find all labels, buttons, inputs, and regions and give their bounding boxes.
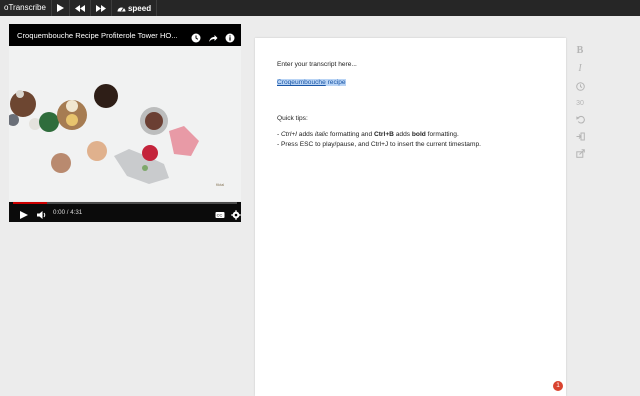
volume-icon[interactable]	[37, 207, 47, 219]
app-title: oTranscribe	[4, 3, 46, 12]
tip-text: formatting and	[328, 131, 374, 138]
video-time: 0:00 / 4:31	[53, 209, 83, 216]
editor-placeholder: Enter your transcript here...	[277, 61, 357, 68]
play-icon[interactable]	[20, 207, 30, 219]
undo-arrow-icon	[575, 115, 585, 124]
speedometer-icon	[117, 7, 126, 11]
highlighted-text: recipe	[325, 79, 346, 86]
svg-text:fiktal: fiktal	[216, 182, 224, 187]
tips-heading: Quick tips:	[277, 115, 308, 122]
fast-forward-button[interactable]	[91, 0, 111, 16]
share-icon[interactable]	[208, 30, 218, 42]
tip-italic-word: italic	[314, 131, 329, 138]
captions-icon[interactable]: CC	[215, 207, 225, 218]
rewind-icon	[74, 4, 85, 12]
rewind-30-button[interactable]	[573, 115, 587, 126]
transcript-editor[interactable]: Enter your transcript here... Croqeumbou…	[255, 38, 566, 396]
bold-button[interactable]: B	[573, 45, 587, 56]
highlighted-word[interactable]: Croqeumbouche	[277, 79, 326, 86]
transcript-line[interactable]: Croqeumbouche recipe	[277, 79, 346, 86]
timestamp-button[interactable]	[573, 82, 587, 93]
fast-forward-icon	[95, 4, 106, 12]
export-button[interactable]	[573, 149, 587, 160]
clock-icon	[575, 82, 585, 91]
progress-bar[interactable]	[13, 202, 237, 204]
svg-text:CC: CC	[217, 213, 223, 218]
top-toolbar: oTranscribe speed	[0, 0, 640, 16]
speed-button[interactable]: speed	[112, 0, 156, 16]
video-header-icons	[191, 30, 235, 43]
italic-button[interactable]: I	[573, 63, 587, 74]
notification-badge[interactable]: 1	[553, 381, 563, 391]
import-icon	[576, 132, 585, 141]
tip-text: adds	[296, 131, 315, 138]
watch-later-icon[interactable]	[191, 30, 201, 43]
tip-shortcut-bold: Ctrl+B	[373, 131, 394, 138]
settings-gear-icon[interactable]	[231, 207, 241, 220]
import-button[interactable]	[573, 132, 587, 143]
tip-text: adds	[393, 131, 412, 138]
rewind-button[interactable]	[70, 0, 90, 16]
tip-playback: - Press ESC to play/pause, and Ctrl+J to…	[277, 141, 481, 148]
video-title[interactable]: Croquembouche Recipe Profiterole Tower H…	[17, 31, 187, 40]
play-icon	[56, 4, 64, 12]
share-export-icon	[575, 149, 585, 158]
progress-fill	[13, 202, 47, 204]
speed-label: speed	[127, 3, 152, 13]
divider	[156, 0, 158, 16]
skip-seconds-label: 30	[576, 100, 584, 107]
video-controls: 0:00 / 4:31 CC	[9, 202, 241, 222]
info-icon[interactable]	[225, 30, 235, 43]
video-frame[interactable]: fiktal	[9, 46, 241, 201]
play-button[interactable]	[52, 0, 69, 16]
video-player[interactable]: Croquembouche Recipe Profiterole Tower H…	[9, 24, 241, 222]
tip-text: formatting.	[425, 131, 459, 138]
tip-formatting: - Ctrl+I adds italic formatting and Ctrl…	[277, 131, 459, 138]
tip-bold-word: bold	[411, 131, 426, 138]
tip-shortcut-italic: Ctrl+I	[281, 131, 297, 138]
video-thumbnail-image: fiktal	[9, 46, 241, 201]
